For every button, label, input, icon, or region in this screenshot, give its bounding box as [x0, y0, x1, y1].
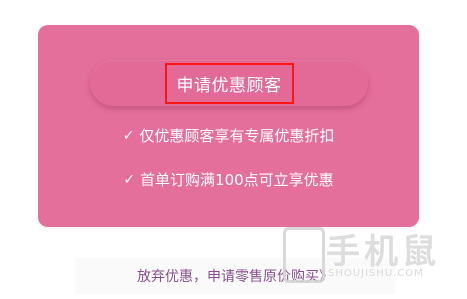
benefit-text: 首单订购满100点可立享优惠 [140, 171, 334, 189]
benefit-item: ✓ 仅优惠顾客享有专属优惠折扣 [38, 125, 419, 146]
benefit-item: ✓ 首单订购满100点可立享优惠 [38, 169, 419, 190]
page: 申请优惠顾客 ✓ 仅优惠顾客享有专属优惠折扣 ✓ 首单订购满100点可立享优惠 … [0, 0, 467, 299]
promo-card: 申请优惠顾客 ✓ 仅优惠顾客享有专属优惠折扣 ✓ 首单订购满100点可立享优惠 [38, 25, 419, 227]
benefit-text: 仅优惠顾客享有专属优惠折扣 [139, 127, 335, 145]
decline-area: 放弃优惠，申请零售原价购买》 [75, 258, 395, 294]
apply-preferred-customer-button[interactable]: 申请优惠顾客 [90, 60, 368, 106]
check-icon: ✓ [122, 127, 135, 144]
apply-button-label: 申请优惠顾客 [164, 62, 294, 104]
check-icon: ✓ [123, 171, 136, 188]
decline-offer-link[interactable]: 放弃优惠，申请零售原价购买》 [75, 266, 395, 286]
